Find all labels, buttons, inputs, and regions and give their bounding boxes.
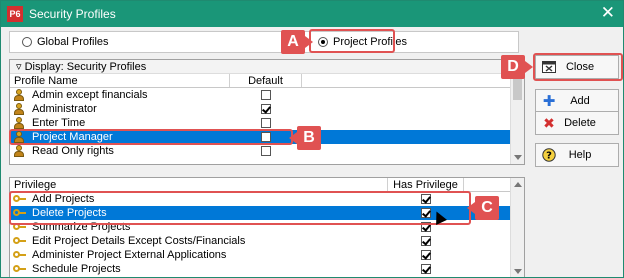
has-privilege-checkbox[interactable] — [421, 236, 431, 246]
privilege-key-icon — [12, 234, 28, 248]
profiles-list: Admin except financials Administrator Ente… — [10, 88, 524, 158]
scroll-down-icon[interactable] — [514, 155, 522, 160]
callout-d-badge: D — [501, 55, 533, 79]
svg-text:?: ? — [546, 151, 552, 162]
profile-name-header[interactable]: Profile Name — [10, 74, 230, 87]
scroll-up-icon[interactable] — [514, 182, 522, 187]
privilege-name-cell[interactable]: Administer Project External Applications — [10, 248, 388, 262]
display-label: Display: Security Profiles — [24, 61, 147, 73]
privileges-grid-header: Privilege Has Privilege — [10, 178, 524, 192]
radio-dot-global[interactable] — [22, 37, 32, 47]
default-checkbox[interactable] — [261, 118, 271, 128]
default-cell[interactable] — [230, 90, 302, 100]
delete-button[interactable]: ✖ Delete — [535, 111, 619, 135]
profile-type-group: Global Profiles Project Profiles — [9, 31, 519, 53]
add-button[interactable]: ✚ Add — [535, 89, 619, 113]
help-button-label: Help — [568, 149, 592, 161]
profile-person-icon — [12, 116, 28, 130]
delete-button-label: Delete — [564, 117, 596, 129]
default-cell[interactable] — [230, 104, 302, 114]
delete-x-icon: ✖ — [543, 114, 555, 131]
callout-c-box — [9, 191, 471, 225]
profile-name-text: Enter Time — [32, 117, 86, 129]
profile-name-cell[interactable]: Admin except financials — [10, 88, 230, 102]
title-bar: P6 Security Profiles ✕ — [1, 1, 623, 27]
default-checkbox[interactable] — [261, 146, 271, 156]
global-profiles-label: Global Profiles — [37, 36, 109, 48]
profile-person-icon — [12, 88, 28, 102]
plus-icon: ✚ — [542, 93, 556, 110]
p6-app-icon: P6 — [7, 6, 23, 22]
privileges-scrollbar[interactable] — [510, 178, 524, 277]
profile-name-text: Read Only rights — [32, 145, 114, 157]
privilege-name-text: Edit Project Details Except Costs/Financ… — [32, 235, 246, 247]
profiles-grid-header: Profile Name Default — [10, 74, 524, 88]
help-button[interactable]: ? Help — [535, 143, 619, 167]
profile-person-icon — [12, 144, 28, 158]
has-privilege-checkbox[interactable] — [421, 250, 431, 260]
default-checkbox[interactable] — [261, 90, 271, 100]
callout-a-badge: A — [281, 30, 313, 54]
default-checkbox[interactable] — [261, 104, 271, 114]
privilege-name-text: Administer Project External Applications — [32, 249, 227, 261]
has-privilege-cell[interactable] — [388, 250, 464, 260]
privilege-name-cell[interactable]: Schedule Projects — [10, 262, 388, 276]
default-header[interactable]: Default — [230, 74, 302, 87]
display-bar[interactable]: ▿ Display: Security Profiles — [10, 60, 524, 74]
profile-name-cell[interactable]: Read Only rights — [10, 144, 230, 158]
profile-row[interactable]: Admin except financials — [10, 88, 524, 102]
profile-name-text: Administrator — [32, 103, 97, 115]
scroll-thumb[interactable] — [513, 78, 522, 100]
default-cell[interactable] — [230, 146, 302, 156]
profiles-panel: ▿ Display: Security Profiles Profile Nam… — [9, 59, 525, 165]
side-buttons: Close ✚ Add ✖ Delete ? Help — [531, 53, 619, 277]
default-cell[interactable] — [230, 118, 302, 128]
privilege-header[interactable]: Privilege — [10, 178, 388, 191]
security-profiles-window: P6 Security Profiles ✕ Global Profiles P… — [0, 0, 624, 278]
has-privilege-cell[interactable] — [388, 236, 464, 246]
callout-d-box — [533, 53, 623, 81]
has-privilege-header[interactable]: Has Privilege — [388, 178, 464, 191]
callout-c-badge: C — [467, 196, 499, 220]
profile-name-cell[interactable]: Enter Time — [10, 116, 230, 130]
privilege-row[interactable]: Edit Project Details Except Costs/Financ… — [10, 234, 524, 248]
profile-name-text: Admin except financials — [32, 89, 148, 101]
privilege-key-icon — [12, 248, 28, 262]
privilege-name-text: Schedule Projects — [32, 263, 121, 275]
privilege-row[interactable]: Schedule Projects — [10, 262, 524, 276]
global-profiles-radio[interactable]: Global Profiles — [22, 36, 109, 48]
window-close-icon[interactable]: ✕ — [601, 4, 615, 22]
profile-row[interactable]: Read Only rights — [10, 144, 524, 158]
callout-b-box — [9, 129, 293, 145]
privilege-name-cell[interactable]: Edit Project Details Except Costs/Financ… — [10, 234, 388, 248]
privilege-row[interactable]: Administer Project External Applications — [10, 248, 524, 262]
has-privilege-cell[interactable] — [388, 264, 464, 274]
callout-a-box — [309, 29, 395, 53]
privilege-key-icon — [12, 262, 28, 276]
has-privilege-checkbox[interactable] — [421, 264, 431, 274]
profile-row[interactable]: Administrator — [10, 102, 524, 116]
profile-row[interactable]: Enter Time — [10, 116, 524, 130]
callout-b-badge: B — [289, 126, 321, 150]
profile-name-cell[interactable]: Administrator — [10, 102, 230, 116]
window-title: Security Profiles — [29, 7, 116, 21]
profile-person-icon — [12, 102, 28, 116]
help-question-icon: ? — [542, 148, 556, 162]
panel-splitter[interactable] — [9, 167, 525, 173]
add-button-label: Add — [570, 95, 590, 107]
scroll-down-icon[interactable] — [514, 269, 522, 274]
